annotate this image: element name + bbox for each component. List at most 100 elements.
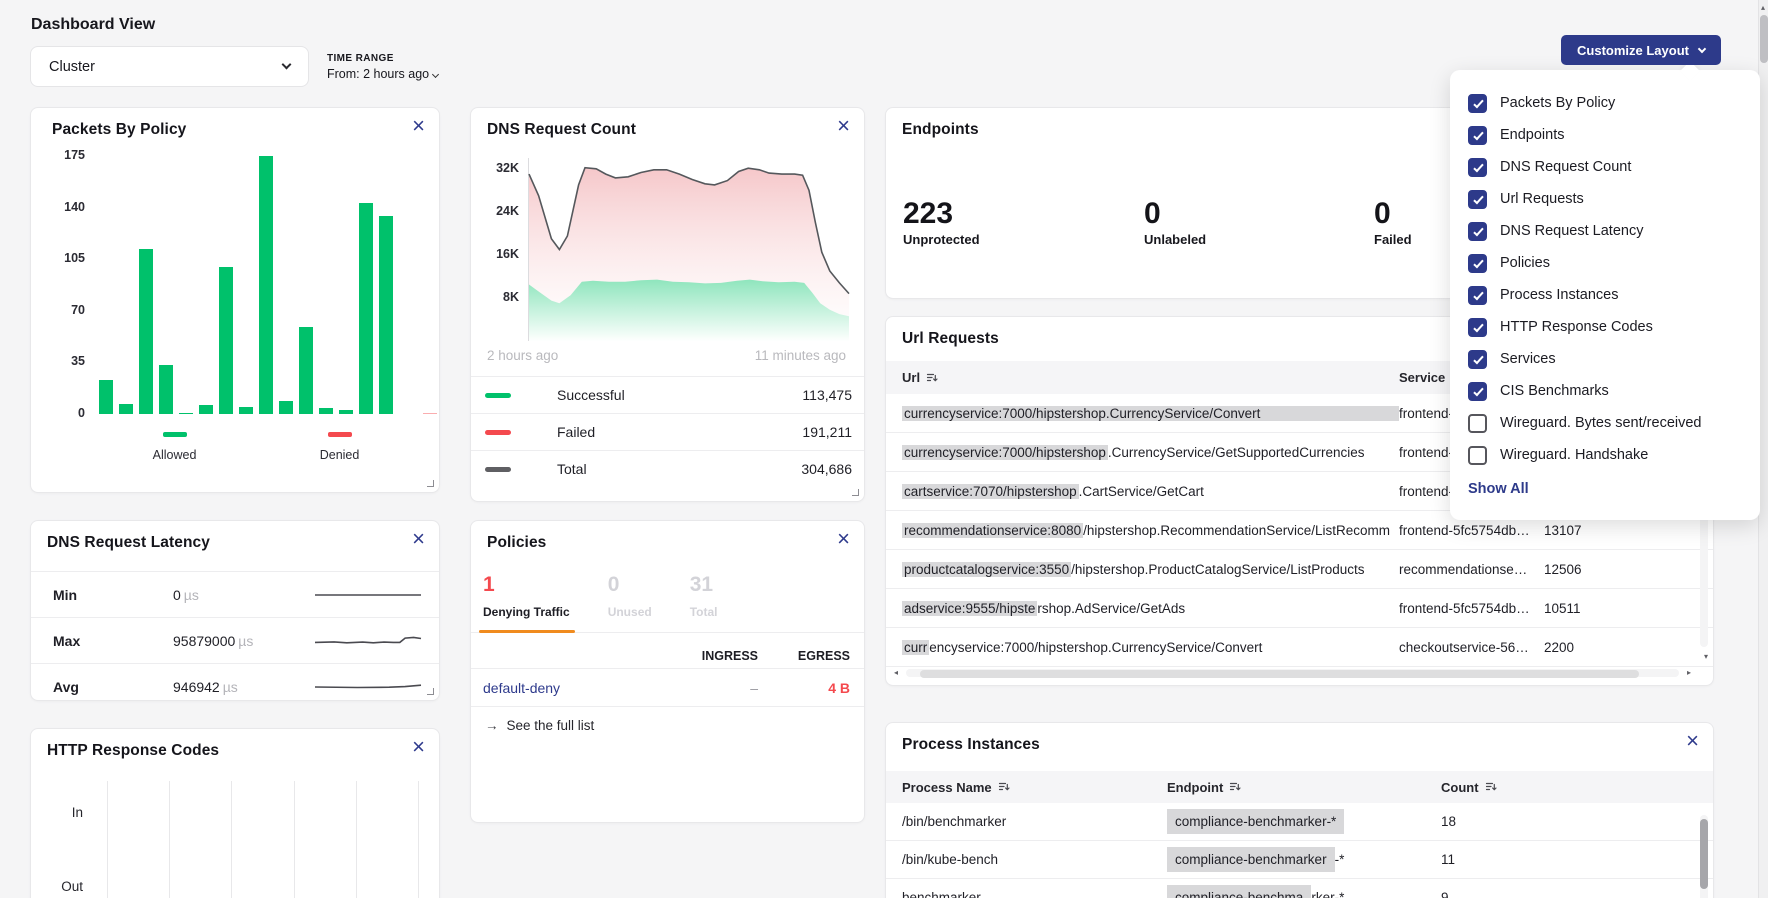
time-range-value[interactable]: From: 2 hours ago (327, 67, 438, 81)
widget-title: HTTP Response Codes (47, 742, 219, 760)
table-row[interactable]: /bin/benchmarkercompliance-benchmarker-*… (886, 803, 1713, 841)
table-row[interactable]: currencyservice:7000/hipstershop.Currenc… (886, 628, 1713, 667)
menu-item-label: DNS Request Latency (1500, 223, 1643, 239)
customize-layout-button[interactable]: Customize Layout (1561, 35, 1721, 65)
tab-label: Unused (608, 605, 652, 619)
menu-item-wireguard-handshake[interactable]: Wireguard. Handshake (1468, 439, 1744, 471)
chevron-down-icon (432, 71, 439, 78)
close-icon[interactable]: × (837, 528, 850, 550)
resize-handle[interactable] (852, 489, 859, 496)
tab-count: 0 (608, 573, 652, 597)
menu-item-label: CIS Benchmarks (1500, 383, 1609, 399)
y-tick-label: 24K (481, 204, 519, 218)
customize-menu-list: Packets By PolicyEndpointsDNS Request Co… (1468, 87, 1744, 471)
scroll-down-arrow[interactable]: ▾ (1704, 653, 1708, 661)
menu-item-services[interactable]: Services (1468, 343, 1744, 375)
y-tick-label: 140 (49, 200, 85, 214)
latency-row: Max95879000µs (31, 618, 439, 664)
table-row[interactable]: /bin/kube-benchcompliance-benchmarker-*1… (886, 841, 1713, 879)
latency-row: Avg946942µs (31, 664, 439, 710)
successful-area (529, 280, 849, 341)
checkbox-checked-icon[interactable] (1468, 190, 1487, 209)
latency-label: Min (53, 587, 173, 603)
show-all-link[interactable]: Show All (1468, 481, 1744, 497)
checkbox-checked-icon[interactable] (1468, 158, 1487, 177)
close-icon[interactable]: × (412, 528, 425, 550)
menu-item-url-requests[interactable]: Url Requests (1468, 183, 1744, 215)
close-icon[interactable]: × (412, 736, 425, 758)
check-icon (1473, 225, 1483, 236)
allowed-bar (279, 401, 293, 414)
checkbox-checked-icon[interactable] (1468, 126, 1487, 145)
allowed-bar (359, 203, 373, 414)
menu-item-packets-by-policy[interactable]: Packets By Policy (1468, 87, 1744, 119)
table-row[interactable]: benchmarkercompliance-benchmarker-*9 (886, 879, 1713, 898)
column-header-endpoint[interactable]: Endpoint (1167, 780, 1441, 795)
check-icon (1473, 257, 1483, 268)
column-header-process-name[interactable]: Process Name (902, 780, 1167, 795)
scroll-left-arrow[interactable]: ◂ (894, 669, 898, 677)
tab-label: Denying Traffic (483, 605, 570, 619)
table-row[interactable]: productcatalogservice:3550/hipstershop.P… (886, 550, 1713, 589)
url-cell: currencyservice:7000/hipstershop.Currenc… (902, 445, 1399, 460)
legend-label: Allowed (153, 448, 197, 462)
resize-handle[interactable] (427, 480, 434, 487)
latency-table: Min0µsMax95879000µsAvg946942µs (31, 571, 439, 710)
checkbox-unchecked-icon[interactable] (1468, 414, 1487, 433)
policies-tab-denying-traffic[interactable]: 1Denying Traffic (483, 573, 570, 619)
table-row[interactable]: adservice:9555/hipstershop.AdService/Get… (886, 589, 1713, 628)
column-header-count[interactable]: Count (1441, 780, 1713, 795)
time-range-label: TIME RANGE (327, 53, 438, 64)
allowed-bar (139, 249, 153, 414)
checkbox-checked-icon[interactable] (1468, 94, 1487, 113)
menu-item-wireguard-bytes-sent-received[interactable]: Wireguard. Bytes sent/received (1468, 407, 1744, 439)
column-header-ingress: INGRESS (666, 649, 758, 663)
y-tick-label: 175 (49, 148, 85, 162)
column-header-url[interactable]: Url (902, 370, 1399, 385)
policies-tab-total[interactable]: 31Total (690, 573, 718, 619)
menu-item-cis-benchmarks[interactable]: CIS Benchmarks (1468, 375, 1744, 407)
bar-chart (99, 156, 429, 414)
y-tick-label: 35 (49, 354, 85, 368)
resize-handle[interactable] (427, 688, 434, 695)
close-icon[interactable]: × (1686, 730, 1699, 752)
scroll-up-arrow[interactable]: ▴ (1761, 4, 1765, 12)
legend-item: Allowed (153, 424, 197, 462)
checkbox-checked-icon[interactable] (1468, 318, 1487, 337)
checkbox-checked-icon[interactable] (1468, 350, 1487, 369)
legend-label: Denied (320, 448, 360, 462)
scroll-right-arrow[interactable]: ▸ (1687, 669, 1691, 677)
widget-dns-request-latency: DNS Request Latency × Min0µsMax95879000µ… (30, 520, 440, 701)
checkbox-unchecked-icon[interactable] (1468, 446, 1487, 465)
menu-item-http-response-codes[interactable]: HTTP Response Codes (1468, 311, 1744, 343)
menu-item-dns-request-count[interactable]: DNS Request Count (1468, 151, 1744, 183)
customize-layout-menu: Packets By PolicyEndpointsDNS Request Co… (1450, 70, 1760, 520)
view-select[interactable]: Cluster (30, 46, 309, 87)
stat-label: Unlabeled (1144, 232, 1206, 247)
widget-policies: Policies × 1Denying Traffic0Unused31Tota… (470, 520, 865, 823)
horizontal-scrollbar[interactable]: ◂ ▸ (894, 668, 1691, 678)
menu-item-dns-request-latency[interactable]: DNS Request Latency (1468, 215, 1744, 247)
scrollbar-thumb[interactable] (1700, 819, 1708, 889)
policies-tabs: 1Denying Traffic 0 Unused 31Total (483, 573, 717, 619)
checkbox-checked-icon[interactable] (1468, 254, 1487, 273)
count-cell: 13107 (1544, 523, 1713, 538)
widget-title: DNS Request Count (487, 121, 636, 139)
close-icon[interactable]: × (837, 115, 850, 137)
checkbox-checked-icon[interactable] (1468, 382, 1487, 401)
policy-egress-value: 4 B (758, 680, 850, 696)
checkbox-checked-icon[interactable] (1468, 222, 1487, 241)
menu-item-process-instances[interactable]: Process Instances (1468, 279, 1744, 311)
policy-link[interactable]: default-deny (483, 680, 560, 696)
scrollbar-thumb[interactable] (920, 670, 1639, 678)
legend-row: Failed191,211 (471, 413, 864, 450)
menu-item-policies[interactable]: Policies (1468, 247, 1744, 279)
see-full-list-link[interactable]: →See the full list (485, 718, 594, 733)
menu-item-endpoints[interactable]: Endpoints (1468, 119, 1744, 151)
policies-tab-unused[interactable]: 0 Unused (608, 573, 652, 619)
scrollbar-thumb[interactable] (1760, 15, 1768, 63)
menu-item-label: Process Instances (1500, 287, 1618, 303)
close-icon[interactable]: × (412, 115, 425, 137)
checkbox-checked-icon[interactable] (1468, 286, 1487, 305)
vertical-scrollbar[interactable] (1700, 815, 1708, 898)
